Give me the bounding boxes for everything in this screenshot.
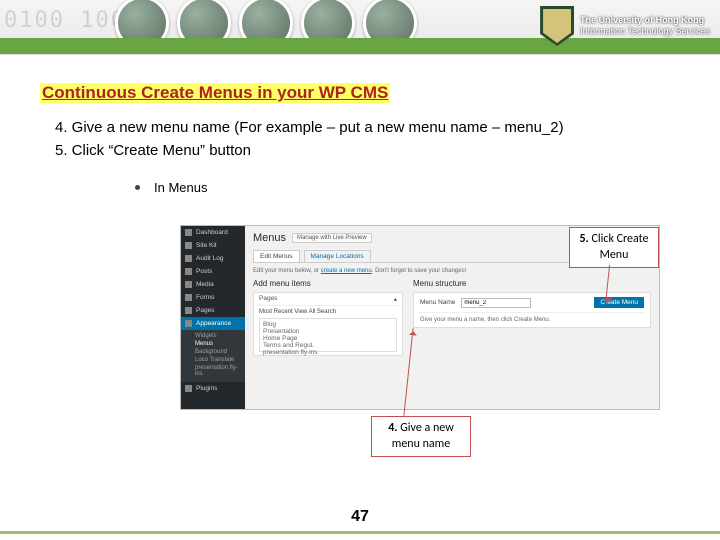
sidebar-item-label: Forms	[196, 294, 214, 301]
step-5: 5. Click “Create Menu” button	[55, 140, 720, 163]
sidebar-item-appearance[interactable]: Appearance	[181, 317, 245, 330]
submenu-loco[interactable]: Loco Translate	[195, 356, 245, 364]
menu-structure-heading: Menu structure	[413, 279, 651, 288]
sidebar-item-label: Audit Log	[196, 255, 223, 262]
forms-icon	[185, 294, 192, 301]
submenu-presentation[interactable]: presentation fly-ins	[195, 364, 245, 378]
hku-logo: The University of Hong Kong Information …	[540, 6, 710, 46]
posts-icon	[185, 268, 192, 275]
step-4: 4. Give a new menu name (For example – p…	[55, 117, 720, 140]
slide-header: 0100 10001 The University of Hong Kong I…	[0, 0, 720, 55]
wp-col-add-items: Add menu items Pages ▴ Most Recent View …	[253, 279, 403, 356]
sidebar-item-plugins[interactable]: Plugins	[181, 382, 245, 395]
hint-pre: Edit your menu below, or	[253, 268, 321, 274]
callout-4-text: Give a new menu name	[392, 421, 454, 451]
sidebar-item-label: Appearance	[196, 320, 231, 327]
wp-col-menu-structure: Menu structure Menu Name Create Menu Giv…	[413, 279, 651, 356]
sidebar-item-pages[interactable]: Pages	[181, 304, 245, 317]
sidebar-item-posts[interactable]: Posts	[181, 265, 245, 278]
sidebar-item-auditlog[interactable]: Audit Log	[181, 252, 245, 265]
tab-manage-locations[interactable]: Manage Locations	[304, 250, 371, 262]
bullet-label: In Menus	[154, 180, 207, 195]
sidebar-item-label: Media	[196, 281, 214, 288]
menu-name-row: Menu Name Create Menu	[420, 297, 644, 313]
sidebar-item-label: Site Kit	[196, 242, 217, 249]
pages-accordion-header[interactable]: Pages ▴	[254, 293, 402, 306]
page-item[interactable]: Presentation	[263, 328, 393, 335]
add-menu-items-heading: Add menu items	[253, 279, 403, 288]
page-item[interactable]: Blog	[263, 321, 393, 328]
hku-text: The University of Hong Kong Information …	[580, 15, 710, 37]
manage-live-preview-button[interactable]: Manage with Live Preview	[292, 233, 372, 243]
menu-name-input[interactable]	[461, 298, 531, 308]
hint-post: . Don't forget to save your changes!	[372, 268, 467, 274]
wp-page-title: Menus	[253, 232, 286, 244]
bullet-in-menus: In Menus	[135, 180, 720, 195]
sidebar-item-media[interactable]: Media	[181, 278, 245, 291]
sidebar-appearance-submenu: Widgets Menus Background Loco Translate …	[181, 330, 245, 382]
menu-name-label: Menu Name	[420, 299, 455, 306]
sidebar-item-forms[interactable]: Forms	[181, 291, 245, 304]
create-menu-button[interactable]: Create Menu	[594, 297, 644, 308]
menu-structure-panel: Menu Name Create Menu Give your menu a n…	[413, 292, 651, 328]
hku-line2: Information Technology Services	[580, 26, 710, 37]
plugins-icon	[185, 385, 192, 392]
dashboard-icon	[185, 229, 192, 236]
page-item[interactable]: presentation fly-ins	[263, 349, 393, 356]
page-item[interactable]: Terms and Regul.	[263, 342, 393, 349]
pages-label: Pages	[259, 295, 277, 303]
callout-4-num: 4.	[388, 421, 397, 435]
pages-filter-text: Most Recent View All Search	[259, 309, 336, 315]
sidebar-item-dashboard[interactable]: Dashboard	[181, 226, 245, 239]
wp-hint-text: Edit your menu below, or create a new me…	[253, 268, 651, 274]
create-new-menu-link[interactable]: create a new menu	[321, 268, 372, 274]
pages-icon	[185, 307, 192, 314]
appearance-icon	[185, 320, 192, 327]
tab-edit-menus[interactable]: Edit Menus	[253, 250, 300, 262]
submenu-background[interactable]: Background	[195, 348, 245, 356]
slide-title: Continuous Create Menus in your WP CMS	[40, 83, 390, 103]
callout-5: 5. Click Create Menu	[569, 227, 659, 268]
hku-shield-icon	[540, 6, 574, 46]
callout-4: 4. Give a new menu name	[371, 416, 471, 457]
pages-list-box: Blog Presentation Home Page Terms and Re…	[259, 318, 397, 352]
sitekit-icon	[185, 242, 192, 249]
pages-accordion-body: Most Recent View All Search Blog Present…	[254, 306, 402, 355]
pages-accordion: Pages ▴ Most Recent View All Search Blog…	[253, 292, 403, 356]
submenu-menus[interactable]: Menus	[195, 340, 245, 348]
wp-admin-sidebar: Dashboard Site Kit Audit Log Posts Media…	[181, 226, 245, 409]
instruction-steps: 4. Give a new menu name (For example – p…	[55, 117, 720, 162]
footer-green-line	[0, 531, 720, 534]
pages-filter-tabs[interactable]: Most Recent View All Search	[259, 309, 397, 315]
wp-columns: Add menu items Pages ▴ Most Recent View …	[253, 279, 651, 356]
sidebar-item-sitekit[interactable]: Site Kit	[181, 239, 245, 252]
callout-5-num: 5.	[579, 232, 588, 246]
submenu-widgets[interactable]: Widgets	[195, 332, 245, 340]
sidebar-item-label: Pages	[196, 307, 214, 314]
page-number: 47	[351, 508, 369, 526]
sidebar-item-label: Plugins	[196, 385, 217, 392]
sidebar-item-label: Dashboard	[196, 229, 228, 236]
auditlog-icon	[185, 255, 192, 262]
bullet-icon	[135, 185, 140, 190]
page-item[interactable]: Home Page	[263, 335, 393, 342]
hku-line1: The University of Hong Kong	[580, 15, 710, 26]
sidebar-item-label: Posts	[196, 268, 212, 275]
menu-structure-hint: Give your menu a name, then click Create…	[420, 313, 644, 323]
media-icon	[185, 281, 192, 288]
callout-5-text: Click Create Menu	[591, 232, 648, 262]
chevron-up-icon: ▴	[394, 295, 397, 303]
